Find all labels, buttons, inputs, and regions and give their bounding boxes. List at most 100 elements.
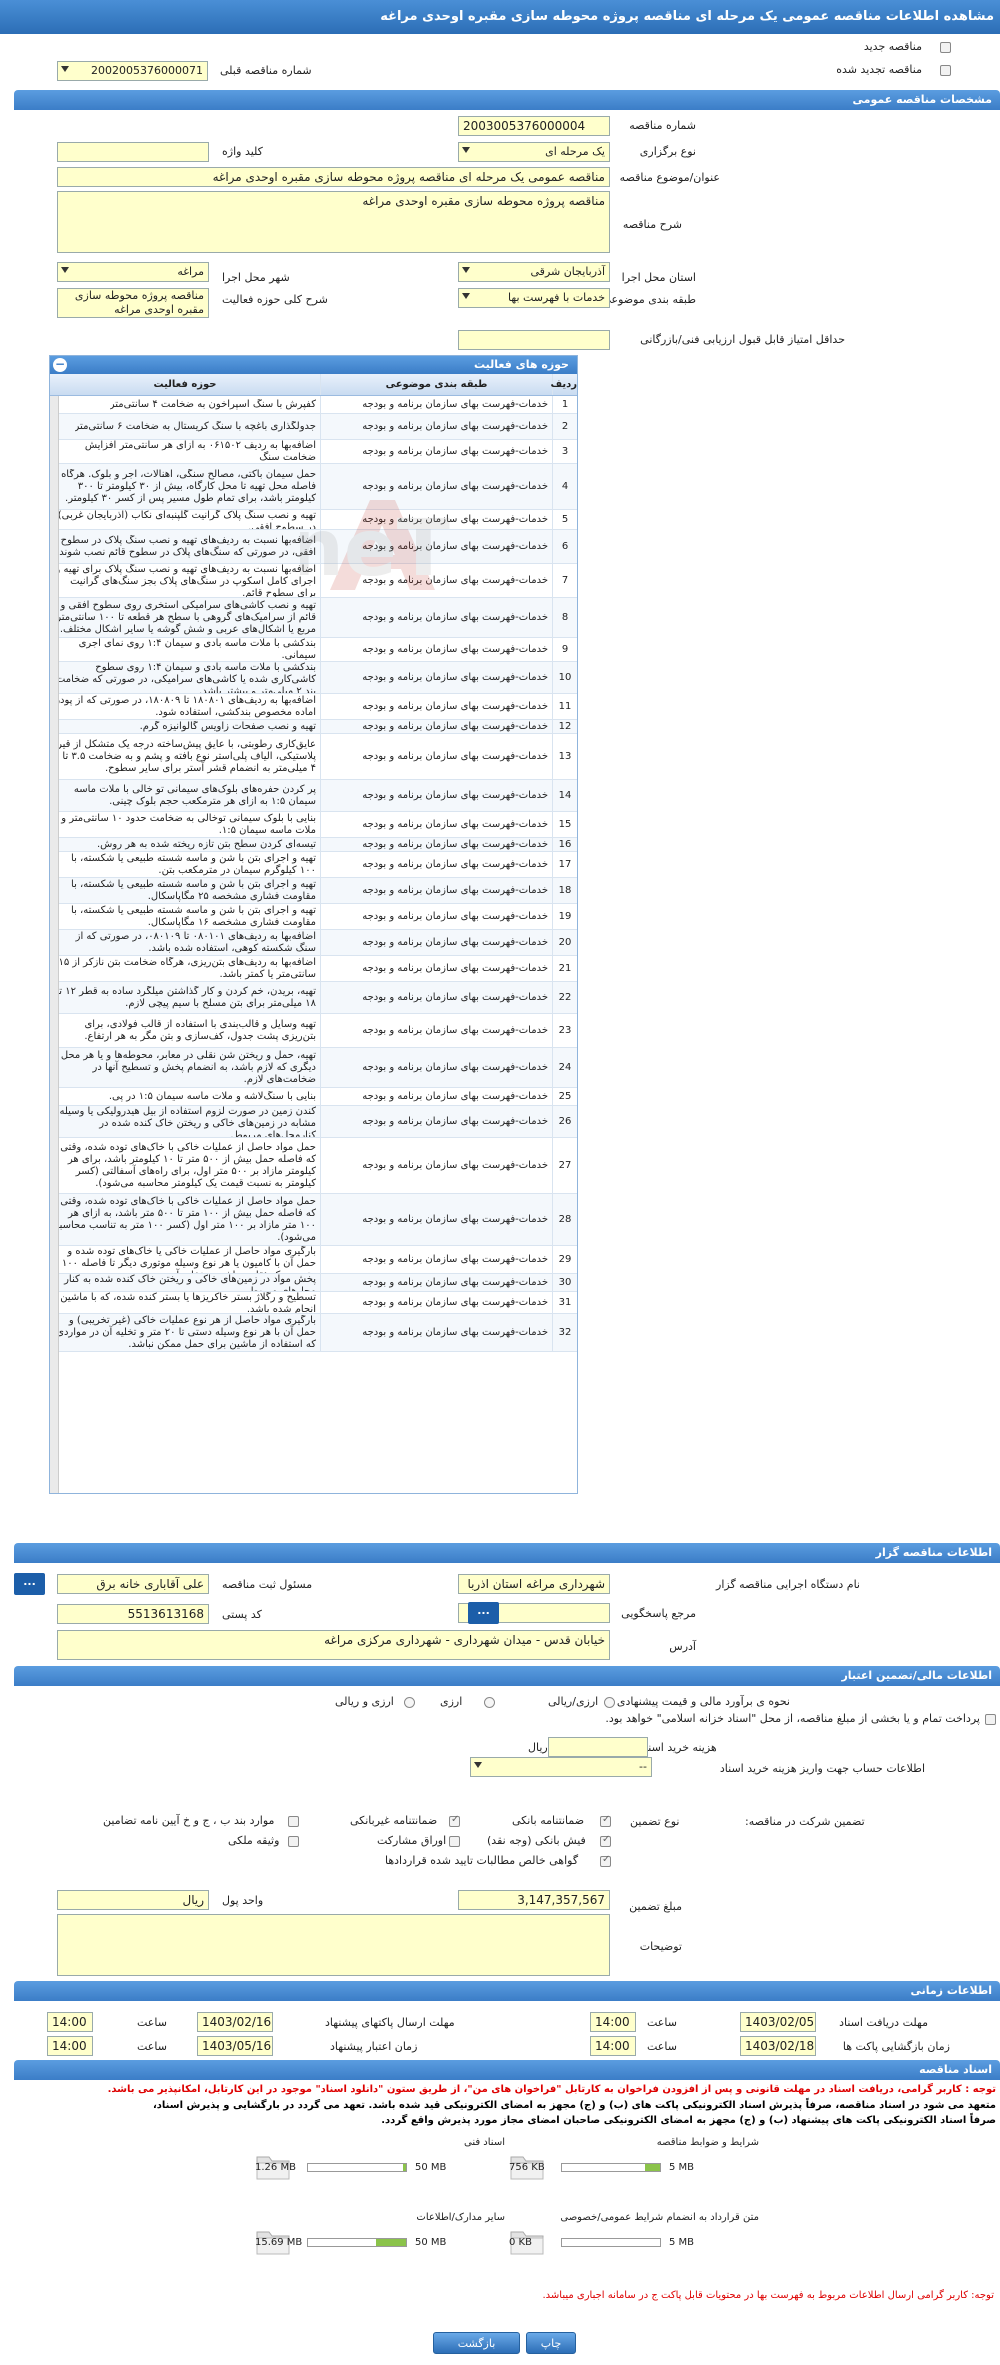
radio-fx[interactable] — [484, 1697, 495, 1708]
row-number: 19 — [552, 904, 577, 929]
amount-field[interactable]: 3,147,357,567 — [458, 1890, 610, 1910]
non-bank-guarantee-checkbox[interactable] — [449, 1814, 460, 1827]
receive-deadline-field[interactable]: 1403/02/05 — [740, 2012, 816, 2032]
open-time-field[interactable]: 14:00 — [590, 2036, 636, 2056]
send-time-field[interactable]: 14:00 — [47, 2012, 93, 2032]
row-number: 2 — [552, 414, 577, 439]
table-row: 28 خدمات-فهرست بهای سازمان برنامه و بودجه… — [50, 1194, 577, 1246]
previous-number-select[interactable]: 2002005376000071 — [57, 61, 208, 81]
row-scope: اضافه‌بها به ردیف ۰۶۱۵۰۲ به ازای هر سانت… — [50, 440, 320, 463]
non-bank-guarantee-label: ضمانتنامه غیربانکی — [350, 1814, 438, 1827]
open-field[interactable]: 1403/02/18 — [740, 2036, 816, 2056]
property-label: وثیقه ملکی — [228, 1834, 280, 1847]
amount-label: مبلغ تضمین — [629, 1900, 682, 1913]
row-scope-text: اضافه‌بها به ردیف‌های ۰۸۰۱۰۱ تا ۰۸۰۱۰۹، … — [75, 930, 316, 954]
receive-time-field[interactable]: 14:00 — [590, 2012, 636, 2032]
guarantee-type-label: نوع تضمین — [630, 1815, 680, 1828]
row-scope-text: بارگیری مواد حاصل از عملیات خاکی یا خاک‌… — [61, 1246, 316, 1273]
row-scope-text: تهیه و اجرای بتن با شن و ماسه شسته طبیعی… — [71, 904, 316, 928]
table-row: 5 خدمات-فهرست بهای سازمان برنامه و بودجه ت… — [50, 510, 577, 530]
radio-fx-rial[interactable] — [404, 1697, 415, 1708]
documents-note-4: توجه: کاربر گرامی ارسال اطلاعات مربوط به… — [542, 2290, 994, 2301]
row-category: خدمات-فهرست بهای سازمان برنامه و بودجه — [320, 878, 552, 903]
validity-field[interactable]: 1403/05/16 — [197, 2036, 273, 2056]
row-scope: بنایی با بلوک سیمانی توخالی به ضخامت حدو… — [50, 812, 320, 837]
new-tender-checkbox[interactable] — [940, 42, 951, 53]
keyword-field[interactable] — [57, 142, 209, 162]
scope-field[interactable]: مناقصه پروژه محوطه سازی مقبره اوحدی مراغ… — [57, 288, 209, 318]
row-category: خدمات-فهرست بهای سازمان برنامه و بودجه — [320, 720, 552, 733]
scrollbar[interactable] — [50, 396, 59, 1493]
file-size-fill — [375, 2239, 406, 2246]
file-name: سایر مدارک/اطلاعات — [416, 2212, 505, 2223]
min-score-field[interactable] — [458, 330, 610, 350]
notes-field[interactable] — [57, 1914, 610, 1976]
table-row: 6 خدمات-فهرست بهای سازمان برنامه و بودجه ا… — [50, 530, 577, 564]
table-row: 23 خدمات-فهرست بهای سازمان برنامه و بودجه… — [50, 1014, 577, 1048]
row-scope-text: بنایی با بلوک سیمانی توخالی به ضخامت حدو… — [61, 812, 316, 836]
row-category: خدمات-فهرست بهای سازمان برنامه و بودجه — [320, 1088, 552, 1105]
type-select[interactable]: یک مرحله ای — [458, 142, 610, 162]
send-deadline-field[interactable]: 1403/02/16 — [197, 2012, 273, 2032]
renewed-tender-label: مناقصه تجدید شده — [836, 63, 922, 76]
bank-guarantee-checkbox[interactable] — [600, 1814, 611, 1827]
row-scope: اضافه‌بها نسبت به ردیف‌های تهیه و نصب سن… — [50, 530, 320, 563]
activity-grid-header: ردیف طبقه بندی موضوعی حوزه فعالیت — [50, 374, 577, 396]
officer-lookup-button[interactable]: ... — [14, 1573, 45, 1595]
document-file[interactable]: اسناد فنی 1.26 MB 50 MB — [253, 2137, 505, 2213]
document-file[interactable]: سایر مدارک/اطلاعات 15.69 MB 50 MB — [253, 2212, 505, 2288]
bonds-label: اوراق مشارکت — [377, 1834, 447, 1847]
clause-label: موارد بند ب ، ج و خ آیین نامه تضامین — [103, 1814, 275, 1827]
bank-receipt-checkbox[interactable] — [600, 1834, 611, 1847]
row-number: 18 — [552, 878, 577, 903]
property-checkbox[interactable] — [288, 1836, 299, 1847]
ref-lookup-button[interactable]: ... — [468, 1602, 499, 1624]
file-size-bar — [307, 2238, 407, 2247]
renewed-tender-checkbox[interactable] — [940, 65, 951, 76]
row-category: خدمات-فهرست بهای سازمان برنامه و بودجه — [320, 440, 552, 463]
row-category: خدمات-فهرست بهای سازمان برنامه و بودجه — [320, 1048, 552, 1087]
postal-field[interactable]: 5513613168 — [57, 1604, 209, 1624]
print-button[interactable]: چاپ — [526, 2332, 576, 2354]
subject-field[interactable]: مناقصه عمومی یک مرحله ای مناقصه پروژه مح… — [57, 167, 610, 187]
row-scope-text: تهیه و اجرای بتن با شن و ماسه شسته طبیعی… — [71, 852, 316, 876]
officer-field[interactable]: علی آقاباری خانه برق — [57, 1574, 209, 1594]
category-select[interactable]: خدمات با فهرست بها — [458, 288, 610, 308]
number-field[interactable]: 2003005376000004 — [458, 116, 610, 136]
islamic-checkbox[interactable] — [985, 1714, 996, 1725]
account-select[interactable]: -- — [470, 1757, 652, 1777]
estimate-label: نحوه ی برآورد مالی و قیمت پیشنهادی — [616, 1695, 790, 1708]
net-claims-checkbox[interactable] — [600, 1854, 611, 1867]
row-scope: تیسه‌ای کردن سطح بتن تازه ریخته شده به ه… — [50, 838, 320, 851]
collapse-icon[interactable]: − — [53, 358, 67, 372]
org-field[interactable]: شهرداری مراغه استان اذربا — [458, 1574, 610, 1594]
doc-fee-field[interactable] — [548, 1737, 648, 1757]
province-select[interactable]: آذربایجان شرقی — [458, 262, 610, 282]
address-field[interactable]: خیابان قدس - میدان شهرداری - شهرداری مرک… — [57, 1630, 610, 1660]
chevron-down-icon — [61, 267, 69, 273]
row-category: خدمات-فهرست بهای سازمان برنامه و بودجه — [320, 812, 552, 837]
back-button[interactable]: بازگشت — [433, 2332, 520, 2354]
table-row: 15 خدمات-فهرست بهای سازمان برنامه و بودجه… — [50, 812, 577, 838]
table-row: 4 خدمات-فهرست بهای سازمان برنامه و بودجه ح… — [50, 464, 577, 510]
table-row: 29 خدمات-فهرست بهای سازمان برنامه و بودجه… — [50, 1246, 577, 1274]
bonds-checkbox[interactable] — [449, 1836, 460, 1847]
time-label-1: ساعت — [647, 2016, 677, 2029]
row-category: خدمات-فهرست بهای سازمان برنامه و بودجه — [320, 852, 552, 877]
city-select[interactable]: مراغه — [57, 262, 209, 282]
row-number: 23 — [552, 1014, 577, 1047]
radio-rial[interactable] — [604, 1697, 615, 1708]
row-scope-text: حمل سیمان باکتی، مصالح سنگی، آهنآلات، آج… — [61, 468, 316, 504]
currency-field[interactable]: ریال — [57, 1890, 209, 1910]
row-scope: اضافه‌بها نسبت به ردیف‌های تهیه و نصب سن… — [50, 564, 320, 597]
clause-checkbox[interactable] — [288, 1816, 299, 1827]
row-number: 6 — [552, 530, 577, 563]
table-row: 13 خدمات-فهرست بهای سازمان برنامه و بودجه… — [50, 734, 577, 780]
document-file[interactable]: متن قرارداد به انضمام شرایط عمومی/خصوصی 0… — [507, 2212, 759, 2288]
documents-note-2: متعهد می شود در اسناد مناقصه، صرفاً پذیر… — [152, 2100, 996, 2111]
row-number: 30 — [552, 1274, 577, 1291]
time-label-2: ساعت — [137, 2016, 167, 2029]
validity-time-field[interactable]: 14:00 — [47, 2036, 93, 2056]
document-file[interactable]: شرایط و ضوابط مناقصه 756 KB 5 MB — [507, 2137, 759, 2213]
desc-field[interactable]: مناقصه پروژه محوطه سازی مقبره اوحدی مراغ… — [57, 191, 610, 253]
